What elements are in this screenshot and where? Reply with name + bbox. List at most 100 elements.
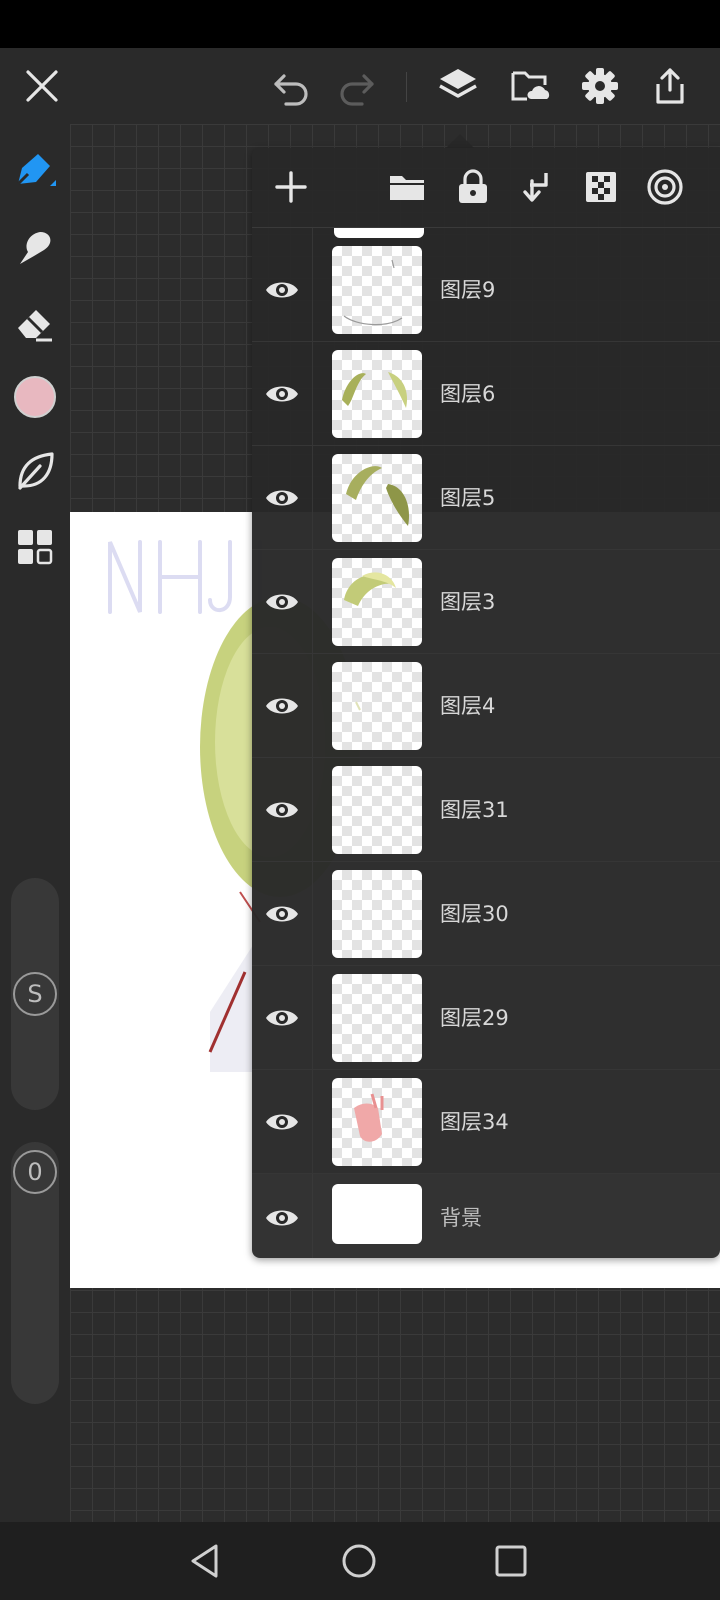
eye-icon [266, 1114, 298, 1130]
layer-name: 图层29 [440, 1006, 509, 1030]
layer-row[interactable]: 图层6 [252, 342, 720, 446]
layers-panel-caret [446, 134, 474, 148]
add-layer-icon [275, 171, 307, 203]
visibility-toggle[interactable] [264, 480, 300, 516]
eye-icon [266, 490, 298, 506]
home-icon [342, 1544, 376, 1578]
merge-down-button[interactable] [512, 162, 562, 212]
layer-row[interactable]: 图层9 [252, 238, 720, 342]
close-icon [26, 70, 58, 102]
new-folder-button[interactable] [382, 162, 432, 212]
visibility-toggle[interactable] [264, 688, 300, 724]
visibility-toggle[interactable] [264, 896, 300, 932]
layer-row[interactable]: 图层5 [252, 446, 720, 550]
folder-icon [390, 176, 424, 200]
visibility-toggle[interactable] [264, 584, 300, 620]
eraser-tool-button[interactable] [8, 296, 62, 350]
home-button[interactable] [334, 1536, 384, 1586]
layer-row[interactable]: 图层3 [252, 550, 720, 654]
layer-thumbnail [332, 766, 422, 854]
layer-thumbnail [332, 350, 422, 438]
layer-row[interactable]: 图层34 [252, 1070, 720, 1174]
layer-name: 图层6 [440, 382, 496, 406]
layer-row[interactable]: 图层4 [252, 654, 720, 758]
blend-mode-icon [647, 169, 683, 205]
visibility-toggle[interactable] [264, 792, 300, 828]
eye-icon [266, 1210, 298, 1226]
toolbar-divider [406, 72, 407, 102]
pencil-icon [16, 154, 56, 186]
cloud-folder-icon [511, 71, 550, 101]
visibility-toggle[interactable] [264, 272, 300, 308]
alpha-lock-button[interactable] [576, 162, 626, 212]
eye-icon [266, 698, 298, 714]
merge-down-icon [523, 173, 548, 202]
tool-sidebar: S 0 [0, 124, 70, 1522]
brush-opacity-knob[interactable]: 0 [13, 1150, 57, 1194]
add-layer-button[interactable] [266, 162, 316, 212]
top-toolbar [0, 48, 720, 124]
recents-icon [495, 1545, 527, 1577]
lock-layer-button[interactable] [448, 162, 498, 212]
pencil-tool-button[interactable] [8, 144, 62, 198]
color-picker-button[interactable] [8, 370, 62, 424]
layer-name: 图层3 [440, 590, 496, 614]
settings-icon [582, 68, 618, 104]
layer-list[interactable]: 图层9 图层6 图层5 图层3 图层4 图层31 图层30 图层29 图层34 … [252, 228, 720, 1258]
layer-name: 背景 [440, 1206, 482, 1230]
eraser-icon [18, 310, 52, 342]
layer-thumbnail [332, 974, 422, 1062]
layer-row[interactable]: 图层29 [252, 966, 720, 1070]
visibility-toggle[interactable] [264, 1104, 300, 1140]
layer-row[interactable]: 图层31 [252, 758, 720, 862]
layer-thumbnail [332, 1184, 422, 1244]
brush-size-knob[interactable]: S [13, 972, 57, 1016]
visibility-toggle[interactable] [264, 1000, 300, 1036]
layer-name: 图层5 [440, 486, 496, 510]
export-button[interactable] [644, 60, 696, 112]
layer-thumbnail [332, 1078, 422, 1166]
redo-icon [340, 74, 374, 106]
recents-button[interactable] [486, 1536, 536, 1586]
export-icon [656, 68, 684, 104]
layer-thumbnail [332, 246, 422, 334]
visibility-toggle[interactable] [264, 376, 300, 412]
smudge-icon [20, 232, 51, 264]
grid-icon [18, 530, 53, 565]
background-layer-row[interactable]: 背景 [252, 1174, 720, 1258]
layers-panel: 图层9 图层6 图层5 图层3 图层4 图层31 图层30 图层29 图层34 … [252, 148, 720, 1258]
eye-icon [266, 906, 298, 922]
layers-icon [439, 69, 477, 98]
layer-name: 图层4 [440, 694, 496, 718]
eye-icon [266, 802, 298, 818]
layer-name: 图层34 [440, 1110, 509, 1134]
app-root: S 0 图层9 图层6 图层5 图层3 图层4 图层31 图层30 图层29 图… [0, 0, 720, 1600]
gallery-button[interactable] [8, 520, 62, 574]
smudge-tool-button[interactable] [8, 220, 62, 274]
back-icon [191, 1544, 218, 1578]
back-button[interactable] [180, 1536, 230, 1586]
effects-button[interactable] [8, 444, 62, 498]
cloud-folder-button[interactable] [504, 60, 556, 112]
lock-icon [459, 169, 487, 203]
color-swatch [14, 376, 56, 418]
eye-icon [266, 594, 298, 610]
settings-button[interactable] [574, 60, 626, 112]
system-nav-bar [0, 1522, 720, 1600]
layers-button[interactable] [432, 60, 484, 112]
visibility-toggle[interactable] [264, 1200, 300, 1236]
layer-thumbnail [332, 454, 422, 542]
eye-icon [266, 386, 298, 402]
eye-icon [266, 1010, 298, 1026]
scrolled-layer-thumbnail [334, 228, 424, 238]
undo-button[interactable] [266, 60, 318, 112]
status-bar [0, 0, 720, 48]
leaf-icon [18, 452, 54, 490]
blend-mode-button[interactable] [640, 162, 690, 212]
layer-row[interactable]: 图层30 [252, 862, 720, 966]
undo-icon [274, 74, 308, 106]
layer-thumbnail [332, 558, 422, 646]
layers-panel-toolbar [252, 148, 720, 228]
redo-button[interactable] [330, 60, 382, 112]
close-button[interactable] [16, 60, 68, 112]
